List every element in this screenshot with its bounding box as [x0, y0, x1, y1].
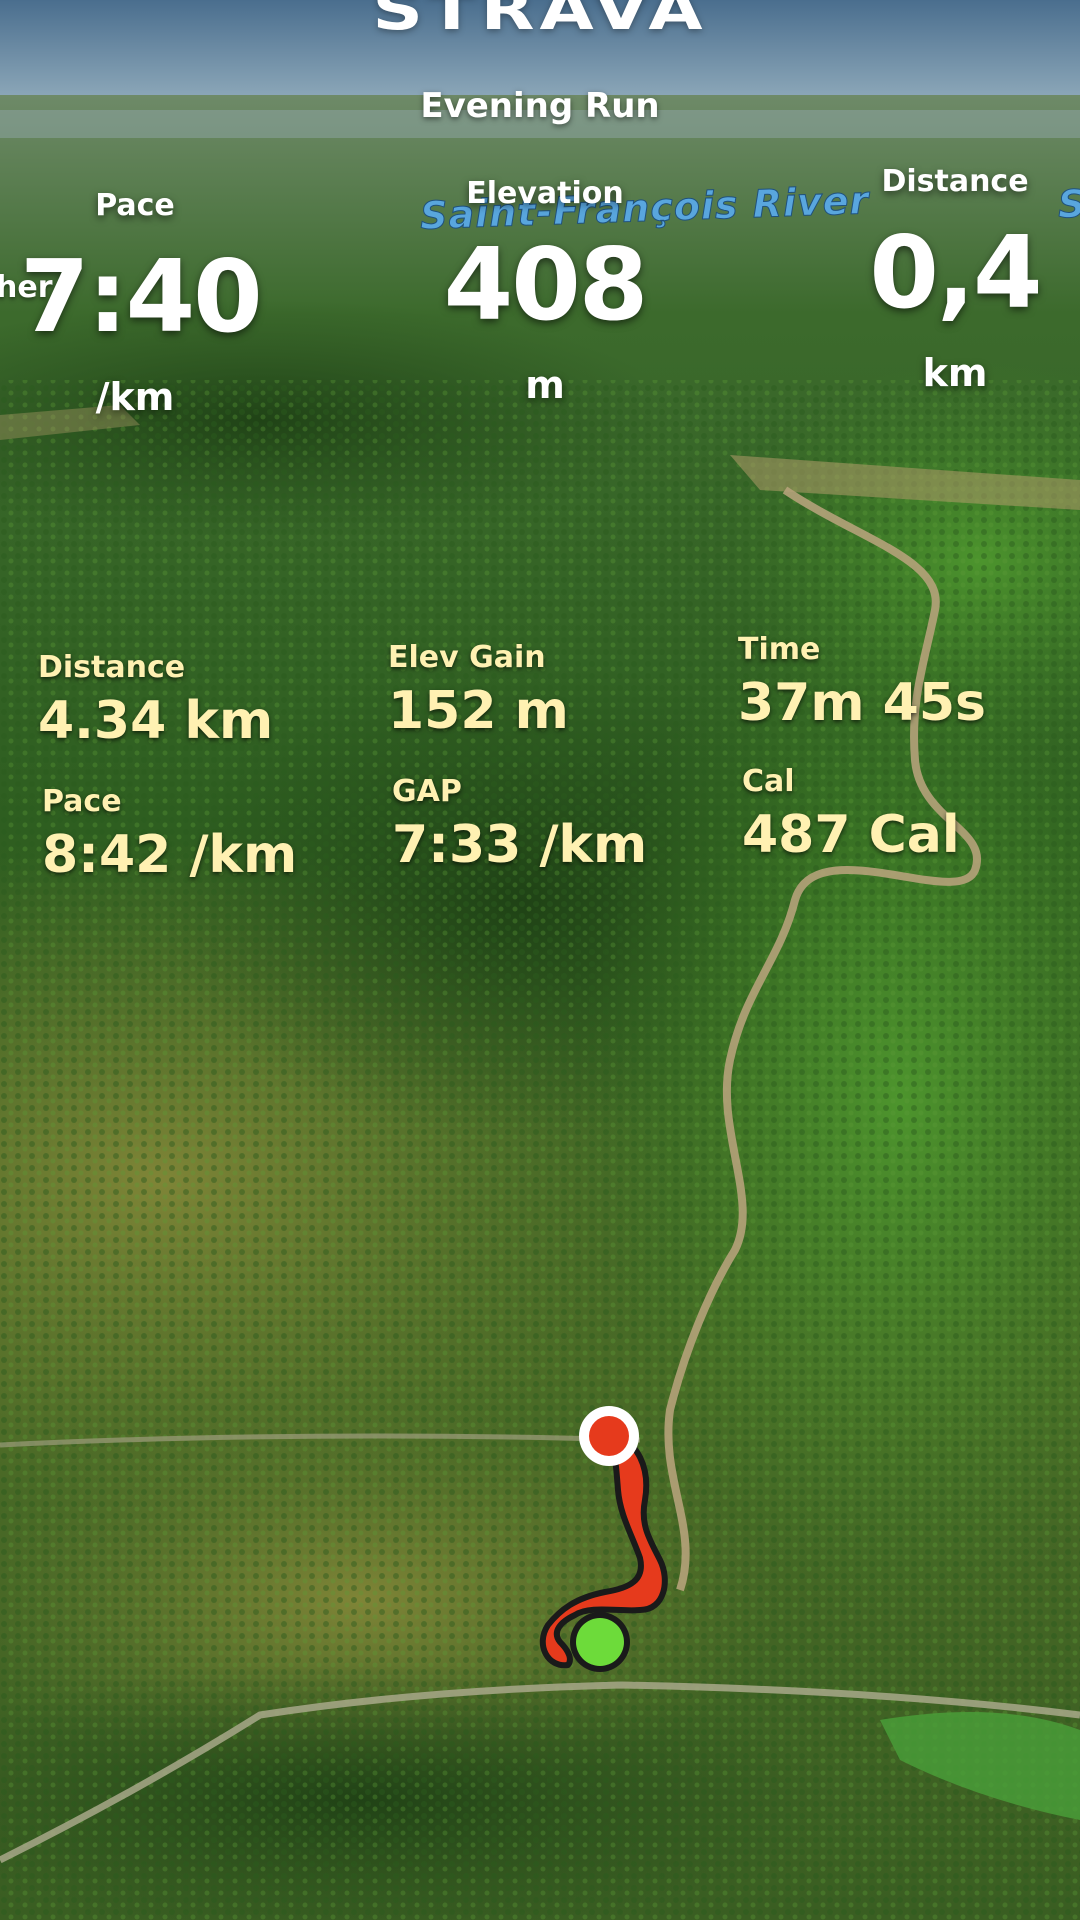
live-stat-label: Elevation [466, 176, 624, 211]
summary-stat-label: GAP [392, 774, 462, 809]
summary-stat-value: 152 m [388, 681, 569, 741]
live-stat-label: Pace [95, 188, 175, 223]
summary-stat-pace: Pace 8:42 /km [42, 784, 297, 885]
live-stat-pace: Pace 7:40 /km [20, 188, 263, 419]
live-stat-label: Distance [881, 164, 1029, 199]
live-stat-value: 7:40 [20, 238, 263, 355]
summary-stat-label: Time [738, 632, 821, 667]
strava-logo: STRAVA [372, 0, 708, 43]
live-stat-distance: Distance 0,4 km [840, 164, 1070, 395]
live-stat-unit: km [922, 351, 988, 395]
start-marker [576, 1618, 624, 1666]
live-stat-unit: m [525, 363, 565, 407]
summary-stat-time: Time 37m 45s [738, 632, 986, 733]
summary-stat-value: 7:33 /km [392, 815, 648, 875]
summary-stat-value: 487 Cal [742, 805, 960, 865]
summary-stat-label: Cal [742, 764, 795, 799]
summary-stat-label: Pace [42, 784, 122, 819]
summary-stat-calories: Cal 487 Cal [742, 764, 960, 865]
live-stat-value: 0,4 [869, 214, 1042, 331]
live-stat-elevation: Elevation 408 m [420, 176, 670, 407]
end-marker [589, 1416, 629, 1456]
summary-stat-label: Distance [38, 650, 186, 685]
summary-stat-value: 4.34 km [38, 691, 274, 751]
summary-stat-value: 37m 45s [738, 673, 986, 733]
summary-stat-distance: Distance 4.34 km [38, 650, 273, 751]
summary-stat-value: 8:42 /km [42, 825, 298, 885]
summary-stat-elev-gain: Elev Gain 152 m [388, 640, 569, 741]
activity-title: Evening Run [420, 86, 660, 126]
live-stat-value: 408 [443, 226, 649, 343]
live-stat-unit: /km [95, 375, 175, 419]
summary-stat-gap: GAP 7:33 /km [392, 774, 647, 875]
summary-stat-label: Elev Gain [388, 640, 546, 675]
